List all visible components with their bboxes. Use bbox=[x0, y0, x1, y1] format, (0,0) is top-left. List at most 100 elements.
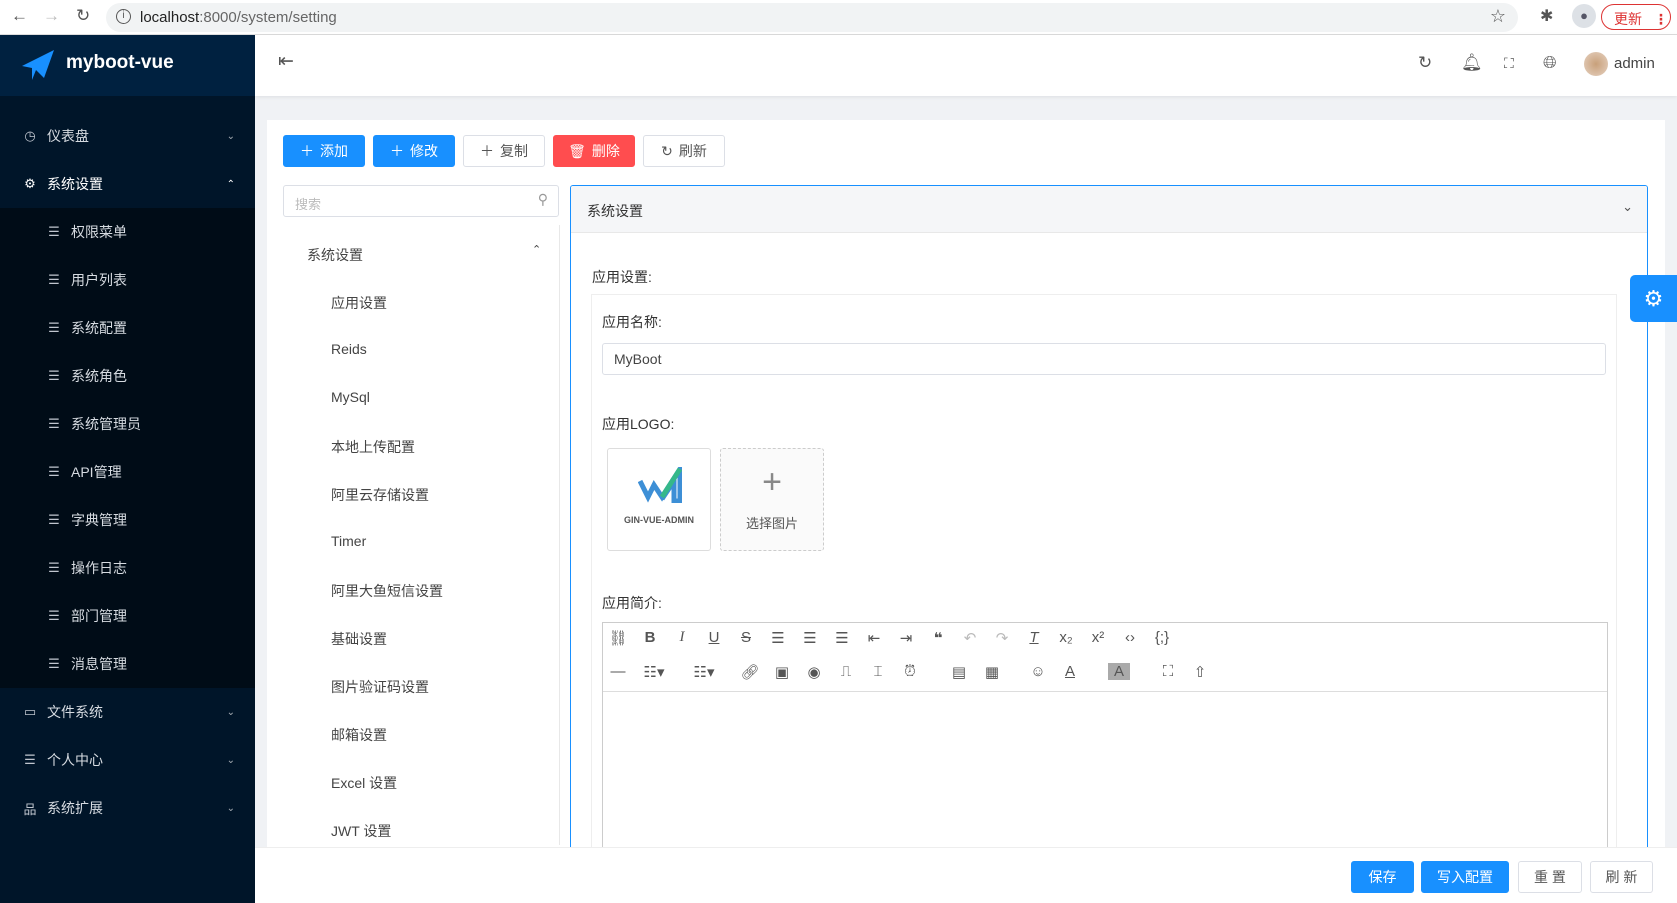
app-logo[interactable]: myboot-vue bbox=[0, 35, 255, 96]
top-header: ⇤ ↻ 🔔︎ ⛶ 🌐︎ admin bbox=[255, 35, 1677, 96]
update-button[interactable]: 更新 ⋮ bbox=[1601, 4, 1671, 30]
table-icon[interactable]: ▦ bbox=[981, 663, 1003, 681]
refresh-button[interactable]: ↻ 刷新 bbox=[643, 135, 725, 167]
superscript-icon[interactable]: x² bbox=[1087, 629, 1109, 646]
media-icon[interactable]: ▤ bbox=[948, 663, 970, 681]
sidebar-item-messages[interactable]: ☰ 消息管理 bbox=[0, 640, 255, 688]
find-icon[interactable]: ⛓ bbox=[607, 629, 629, 647]
preview-icon[interactable]: ◉ bbox=[803, 663, 825, 681]
delete-button[interactable]: 🗑︎ 删除 bbox=[553, 135, 635, 167]
sidebar-item-permission-menu[interactable]: ☰ 权限菜单 bbox=[0, 208, 255, 256]
globe-icon[interactable]: 🌐︎ bbox=[1543, 53, 1557, 73]
username[interactable]: admin bbox=[1614, 55, 1655, 72]
profile-icon[interactable]: ● bbox=[1572, 4, 1596, 28]
indent-icon[interactable]: ⇥ bbox=[895, 629, 917, 647]
sidebar-item-extensions[interactable]: 品系统扩展 ⌄ bbox=[0, 784, 255, 832]
tree-item[interactable]: 邮箱设置 bbox=[331, 725, 387, 745]
tree-item[interactable]: Timer bbox=[331, 533, 366, 549]
url-text: localhost:8000/system/setting bbox=[140, 9, 337, 26]
refresh-icon[interactable]: ↻ bbox=[1418, 53, 1432, 73]
redo-icon[interactable]: ↷ bbox=[991, 629, 1013, 647]
reset-button[interactable]: 重 置 bbox=[1518, 861, 1582, 893]
label: 系统配置 bbox=[71, 320, 127, 336]
align-left-icon[interactable]: ☰ bbox=[767, 629, 789, 647]
avatar[interactable] bbox=[1584, 52, 1608, 76]
bold-icon[interactable]: B bbox=[639, 629, 661, 646]
tree-item[interactable]: JWT 设置 bbox=[331, 821, 391, 841]
fullscreen-icon[interactable]: ⛶ bbox=[1504, 55, 1514, 72]
align-center-icon[interactable]: ☰ bbox=[799, 629, 821, 647]
search-input[interactable]: 搜索 ⚲ bbox=[283, 185, 559, 217]
back-icon[interactable]: ← bbox=[11, 6, 28, 26]
address-bar[interactable]: i localhost:8000/system/setting ☆ bbox=[106, 3, 1518, 32]
panel-header[interactable]: 系统设置 ⌄ bbox=[571, 186, 1647, 233]
bookmark-star-icon[interactable]: ☆ bbox=[1490, 6, 1506, 27]
clear-format-icon[interactable]: T bbox=[1023, 629, 1045, 646]
footer-refresh-button[interactable]: 刷 新 bbox=[1590, 861, 1653, 893]
subscript-icon[interactable]: x₂ bbox=[1055, 629, 1077, 646]
tree-item[interactable]: 应用设置 bbox=[331, 293, 387, 313]
strikethrough-icon[interactable]: S bbox=[735, 629, 757, 646]
upload-icon[interactable]: ⇧ bbox=[1189, 663, 1211, 681]
tree-root[interactable]: 系统设置 bbox=[307, 245, 363, 265]
sidebar-item-departments[interactable]: ☰ 部门管理 bbox=[0, 592, 255, 640]
collapse-menu-icon[interactable]: ⇤ bbox=[278, 50, 294, 73]
edit-button[interactable]: ＋ 修改 bbox=[373, 135, 455, 167]
bell-icon[interactable]: 🔔︎ bbox=[1461, 53, 1483, 73]
underline-icon[interactable]: U bbox=[703, 629, 725, 646]
dashboard-icon: ◷ bbox=[24, 128, 36, 143]
extensions-icon[interactable]: ✱ bbox=[1540, 6, 1553, 26]
fullscreen-icon[interactable]: ⛶ bbox=[1157, 663, 1179, 680]
datetime-icon[interactable]: ⏰︎ bbox=[899, 663, 921, 680]
tree-item[interactable]: 阿里云存储设置 bbox=[331, 485, 429, 505]
code-block-icon[interactable]: {;} bbox=[1151, 629, 1173, 646]
copy-button[interactable]: ＋ 复制 bbox=[463, 135, 545, 167]
tree-item[interactable]: Excel 设置 bbox=[331, 773, 397, 793]
sidebar-item-system-roles[interactable]: ☰ 系统角色 bbox=[0, 352, 255, 400]
logo-preview[interactable]: GIN-VUE-ADMIN bbox=[607, 448, 711, 551]
bullet-list-icon[interactable]: ☷▾ bbox=[643, 663, 665, 681]
forward-icon[interactable]: → bbox=[43, 6, 60, 26]
image-icon[interactable]: ▣ bbox=[771, 663, 793, 681]
reload-icon[interactable]: ↻ bbox=[76, 6, 90, 26]
sidebar-item-system-config[interactable]: ☰ 系统配置 bbox=[0, 304, 255, 352]
add-button[interactable]: ＋ 添加 bbox=[283, 135, 365, 167]
tree-item[interactable]: 基础设置 bbox=[331, 629, 387, 649]
sidebar-item-dictionary[interactable]: ☰ 字典管理 bbox=[0, 496, 255, 544]
tree-item[interactable]: 图片验证码设置 bbox=[331, 677, 429, 697]
quote-icon[interactable]: ❝ bbox=[927, 629, 949, 647]
sidebar-item-dashboard[interactable]: ◷ 仪表盘 ⌄ bbox=[0, 112, 255, 160]
chevron-up-icon[interactable]: ⌃ bbox=[532, 243, 541, 256]
tree-item[interactable]: 阿里大鱼短信设置 bbox=[331, 581, 443, 601]
save-button[interactable]: 保存 bbox=[1351, 861, 1414, 893]
bookmark-icon[interactable]: ⎍ bbox=[835, 663, 857, 680]
link-icon[interactable]: 🔗︎ bbox=[739, 663, 761, 681]
theme-settings-button[interactable]: ⚙ bbox=[1630, 275, 1677, 322]
italic-icon[interactable]: I bbox=[671, 629, 693, 646]
tree-item[interactable]: MySql bbox=[331, 389, 370, 405]
outdent-icon[interactable]: ⇤ bbox=[863, 629, 885, 647]
tree-item[interactable]: 本地上传配置 bbox=[331, 437, 415, 457]
choose-image-button[interactable]: + 选择图片 bbox=[720, 448, 824, 551]
emoji-icon[interactable]: ☺ bbox=[1027, 663, 1049, 680]
background-color-icon[interactable]: A bbox=[1108, 663, 1130, 680]
undo-icon[interactable]: ↶ bbox=[959, 629, 981, 647]
numbered-list-icon[interactable]: ☷▾ bbox=[693, 663, 715, 681]
sidebar-item-api[interactable]: ☰ API管理 bbox=[0, 448, 255, 496]
font-color-icon[interactable]: A bbox=[1059, 663, 1081, 680]
app-name-input[interactable]: MyBoot bbox=[602, 343, 1606, 375]
write-config-button[interactable]: 写入配置 bbox=[1421, 861, 1509, 893]
info-icon[interactable]: i bbox=[116, 9, 131, 24]
sidebar-item-system-settings[interactable]: ⚙ 系统设置 ⌃ bbox=[0, 160, 255, 208]
code-icon[interactable]: ‹› bbox=[1119, 629, 1141, 646]
horizontal-rule-icon[interactable]: — bbox=[607, 663, 629, 680]
tree-item[interactable]: Reids bbox=[331, 341, 367, 357]
sidebar-item-operation-log[interactable]: ☰ 操作日志 bbox=[0, 544, 255, 592]
sidebar-item-file-system[interactable]: ▭ 文件系统 ⌄ bbox=[0, 688, 255, 736]
sidebar-item-profile[interactable]: ☰ 个人中心 ⌄ bbox=[0, 736, 255, 784]
sidebar-item-user-list[interactable]: ☰ 用户列表 bbox=[0, 256, 255, 304]
align-right-icon[interactable]: ☰ bbox=[831, 629, 853, 647]
page-break-icon[interactable]: ⌶ bbox=[867, 663, 889, 680]
sidebar-item-admins[interactable]: ☰ 系统管理员 bbox=[0, 400, 255, 448]
chevron-down-icon[interactable]: ⌄ bbox=[1622, 199, 1633, 215]
